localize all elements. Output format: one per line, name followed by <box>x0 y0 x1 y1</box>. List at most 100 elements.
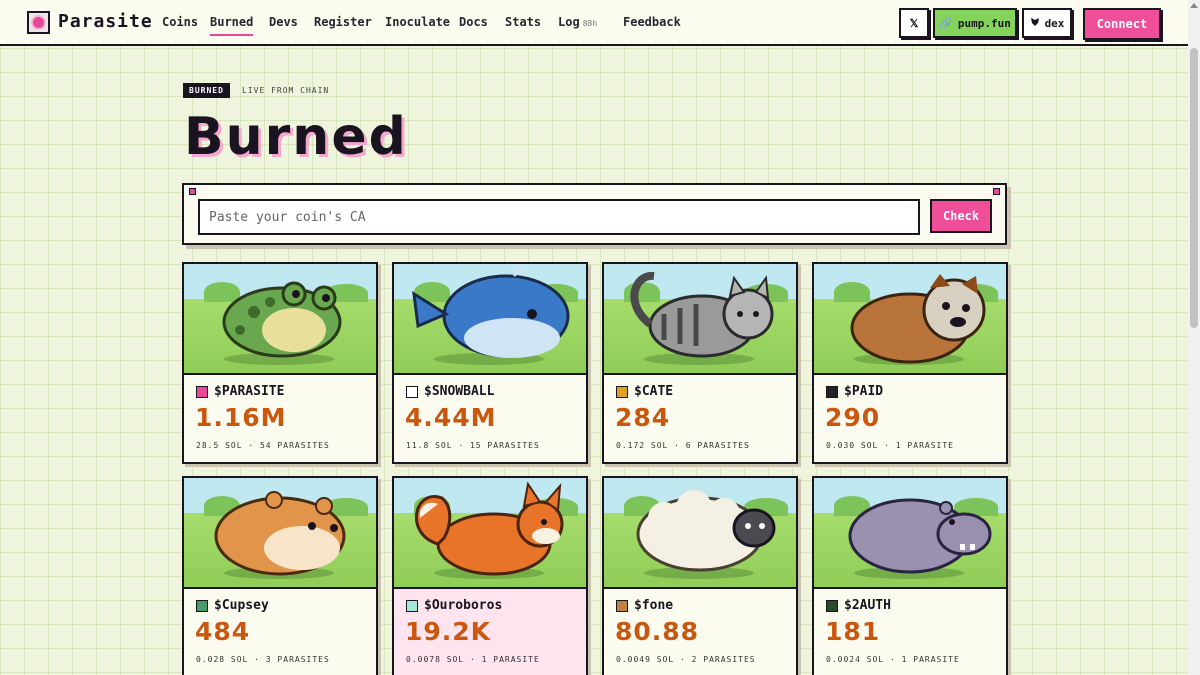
card-artwork <box>814 264 1006 375</box>
scroll-up-icon[interactable] <box>1190 3 1198 8</box>
bulldog-icon <box>850 274 986 364</box>
connect-button[interactable]: Connect <box>1083 8 1161 40</box>
card-meta: 11.8 SOL · 15 PARASITES <box>406 441 540 450</box>
ticker-label: $PARASITE <box>214 384 285 399</box>
card-artwork <box>394 478 586 589</box>
ticker-label: $fone <box>634 598 674 613</box>
burned-amount: 19.2K <box>405 617 492 646</box>
card-info: $fone 80.88 0.0049 SOL · 2 PARASITES <box>604 589 796 675</box>
ticker-label: $Ouroboros <box>424 598 503 613</box>
coin-ticker: $Ouroboros <box>406 598 502 613</box>
nav-register[interactable]: Register <box>314 15 372 29</box>
card-artwork <box>184 264 376 375</box>
nav-docs[interactable]: Docs <box>459 15 488 29</box>
burned-amount: 290 <box>825 403 881 432</box>
coin-card[interactable]: $PAID 290 0.030 SOL · 1 PARASITE <box>812 262 1008 464</box>
cat-icon <box>630 272 774 358</box>
nav-burned[interactable]: Burned <box>210 15 254 36</box>
x-icon: 𝕏 <box>909 16 919 30</box>
top-nav: Parasite Coins Burned Devs Register Inoc… <box>0 0 1188 46</box>
coin-ticker: $PARASITE <box>196 384 284 399</box>
nav-coins[interactable]: Coins <box>162 15 198 29</box>
sheep-icon <box>636 490 776 572</box>
dex-label: dex <box>1044 16 1065 30</box>
corner-decoration <box>993 188 1000 195</box>
burned-amount: 181 <box>825 617 881 646</box>
scrollbar-thumb[interactable] <box>1190 48 1198 328</box>
pump-fun-label: pump.fun <box>957 16 1011 30</box>
whale-icon <box>412 265 570 358</box>
pump-fun-button[interactable]: 🔗 pump.fun <box>933 8 1017 38</box>
link-icon: 🔗 <box>939 16 953 30</box>
nav-log-label: Log <box>558 15 580 29</box>
card-info: $SNOWBALL 4.44M 11.8 SOL · 15 PARASITES <box>394 375 586 462</box>
card-artwork <box>814 478 1006 589</box>
ticker-label: $PAID <box>844 384 884 399</box>
card-info: $Ouroboros 19.2K 0.0078 SOL · 1 PARASITE <box>394 589 586 675</box>
page-title: Burned <box>184 107 408 167</box>
card-meta: 0.172 SOL · 6 PARASITES <box>616 441 750 450</box>
ticker-label: $2AUTH <box>844 598 891 613</box>
coin-ca-input[interactable] <box>198 199 920 235</box>
coin-ticker: $fone <box>616 598 673 613</box>
nav-devs[interactable]: Devs <box>269 15 298 29</box>
token-icon <box>196 599 208 612</box>
check-button[interactable]: Check <box>930 199 992 233</box>
log-badge: 88h <box>582 19 598 28</box>
scrollbar[interactable] <box>1188 0 1200 675</box>
burned-amount: 484 <box>195 617 251 646</box>
nav-log[interactable]: Log 88h <box>558 15 597 29</box>
burned-amount: 284 <box>615 403 671 432</box>
hamster-icon <box>214 491 346 576</box>
coin-ticker: $2AUTH <box>826 598 891 613</box>
card-artwork <box>604 478 796 589</box>
coin-ticker: $SNOWBALL <box>406 384 494 399</box>
live-from-chain-label: LIVE FROM CHAIN <box>242 86 330 95</box>
token-icon <box>616 599 628 612</box>
corner-decoration <box>189 188 196 195</box>
token-icon <box>196 385 208 398</box>
ticker-label: $Cupsey <box>214 598 269 613</box>
coin-card[interactable]: $Ouroboros 19.2K 0.0078 SOL · 1 PARASITE <box>392 476 588 675</box>
burned-amount: 80.88 <box>615 617 700 646</box>
token-icon <box>826 599 838 612</box>
card-info: $PARASITE 1.16M 28.5 SOL · 54 PARASITES <box>184 375 376 462</box>
card-meta: 0.0024 SOL · 1 PARASITE <box>826 655 960 664</box>
burned-amount: 4.44M <box>405 403 497 432</box>
hippo-icon <box>848 498 992 574</box>
coin-ticker: $PAID <box>826 384 883 399</box>
coin-card[interactable]: $Cupsey 484 0.028 SOL · 3 PARASITES <box>182 476 378 675</box>
nav-inoculate[interactable]: Inoculate <box>385 15 450 29</box>
card-info: $CATE 284 0.172 SOL · 6 PARASITES <box>604 375 796 462</box>
burned-badge: BURNED <box>183 83 230 98</box>
brand-name[interactable]: Parasite <box>58 11 153 32</box>
parasite-logo-icon[interactable] <box>27 11 50 34</box>
nav-stats[interactable]: Stats <box>505 15 541 29</box>
card-meta: 28.5 SOL · 54 PARASITES <box>196 441 330 450</box>
x-button[interactable]: 𝕏 <box>899 8 929 38</box>
coin-card[interactable]: $SNOWBALL 4.44M 11.8 SOL · 15 PARASITES <box>392 262 588 464</box>
card-meta: 0.028 SOL · 3 PARASITES <box>196 655 330 664</box>
coin-card[interactable]: $PARASITE 1.16M 28.5 SOL · 54 PARASITES <box>182 262 378 464</box>
burned-amount: 1.16M <box>195 403 287 432</box>
coin-ticker: $Cupsey <box>196 598 269 613</box>
nav-feedback[interactable]: Feedback <box>623 15 681 29</box>
ticker-label: $CATE <box>634 384 674 399</box>
coin-card[interactable]: $CATE 284 0.172 SOL · 6 PARASITES <box>602 262 798 464</box>
card-artwork <box>604 264 796 375</box>
card-artwork <box>184 478 376 589</box>
coin-card[interactable]: $fone 80.88 0.0049 SOL · 2 PARASITES <box>602 476 798 675</box>
card-info: $Cupsey 484 0.028 SOL · 3 PARASITES <box>184 589 376 675</box>
card-meta: 0.030 SOL · 1 PARASITE <box>826 441 954 450</box>
search-panel: Check <box>182 183 1007 245</box>
dex-button[interactable]: dex <box>1022 8 1072 38</box>
token-icon <box>826 385 838 398</box>
token-icon <box>406 385 418 398</box>
fox-icon <box>414 481 564 576</box>
frog-icon <box>222 281 342 358</box>
ticker-label: $SNOWBALL <box>424 384 495 399</box>
coin-ticker: $CATE <box>616 384 673 399</box>
dex-icon <box>1030 17 1040 30</box>
card-info: $2AUTH 181 0.0024 SOL · 1 PARASITE <box>814 589 1006 675</box>
coin-card[interactable]: $2AUTH 181 0.0024 SOL · 1 PARASITE <box>812 476 1008 675</box>
